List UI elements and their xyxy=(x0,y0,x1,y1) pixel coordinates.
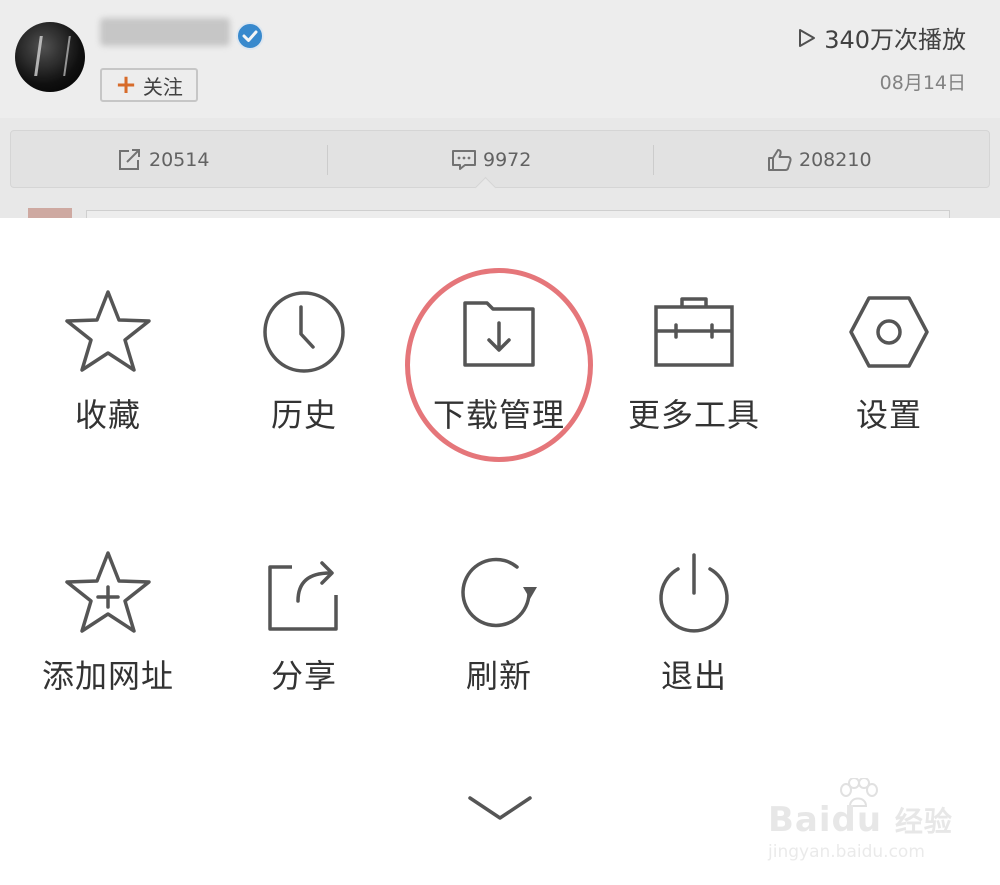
menu-item-exit[interactable]: 退出 xyxy=(604,543,784,697)
star-icon xyxy=(65,290,151,372)
refresh-icon xyxy=(461,557,537,628)
toolbox-icon xyxy=(654,297,734,367)
menu-label: 分享 xyxy=(270,657,337,695)
collapse-menu-button[interactable] xyxy=(465,790,535,826)
download-folder-icon xyxy=(463,301,535,367)
watermark-brand-cn: 经验 xyxy=(894,805,953,838)
watermark-url: jingyan.baidu.com xyxy=(768,842,925,862)
watermark-brand-bai: Bai xyxy=(768,800,832,840)
menu-label: 添加网址 xyxy=(41,657,174,695)
menu-label: 更多工具 xyxy=(627,396,760,434)
menu-label: 设置 xyxy=(855,396,922,434)
menu-item-history[interactable]: 历史 xyxy=(214,282,394,436)
menu-item-favorites[interactable]: 收藏 xyxy=(18,282,198,436)
dim-overlay[interactable] xyxy=(0,0,1000,218)
clock-icon xyxy=(263,291,345,373)
menu-item-refresh[interactable]: 刷新 xyxy=(409,543,589,697)
watermark-brand: Baidu 经验 xyxy=(768,800,953,840)
menu-item-download-manager[interactable]: 下载管理 xyxy=(409,282,589,436)
menu-label: 刷新 xyxy=(465,657,532,695)
chevron-down-icon xyxy=(468,796,532,820)
menu-item-more-tools[interactable]: 更多工具 xyxy=(604,282,784,436)
menu-label: 退出 xyxy=(660,657,727,695)
settings-hex-icon xyxy=(849,296,929,368)
star-plus-icon xyxy=(65,551,151,633)
share-icon xyxy=(268,561,338,631)
power-icon xyxy=(659,553,729,633)
menu-item-add-url[interactable]: 添加网址 xyxy=(18,543,198,697)
baidu-jingyan-watermark: Baidu 经验 jingyan.baidu.com xyxy=(768,778,958,868)
watermark-brand-du: du xyxy=(831,800,883,840)
background-page: + 关注 340万次播放 08月14日 20514 9972 208210 xyxy=(0,0,1000,218)
menu-label: 历史 xyxy=(270,396,337,434)
menu-item-settings[interactable]: 设置 xyxy=(799,282,979,436)
menu-label: 收藏 xyxy=(74,396,141,434)
menu-label: 下载管理 xyxy=(432,396,565,434)
menu-item-share[interactable]: 分享 xyxy=(214,543,394,697)
